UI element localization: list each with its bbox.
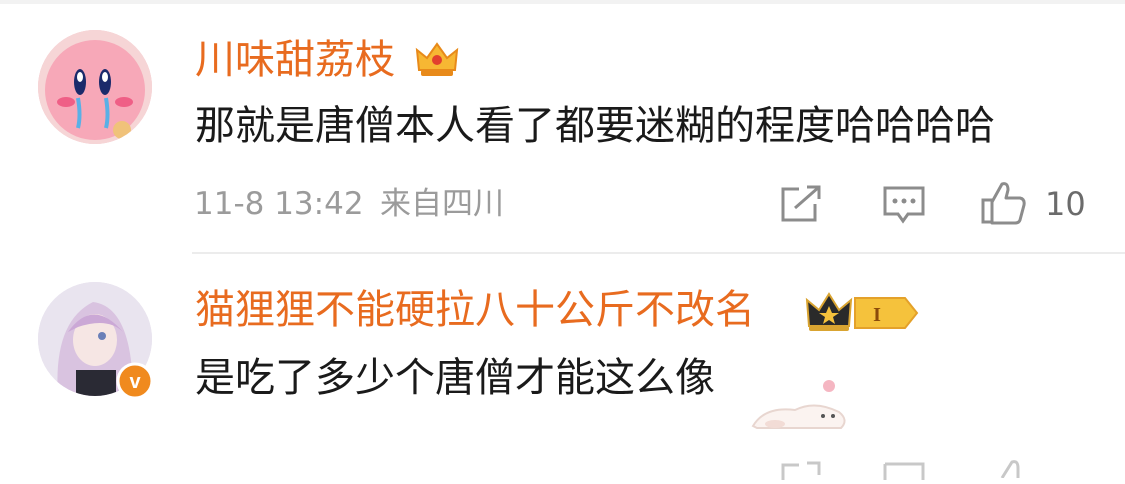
username[interactable]: 川味甜荔枝 (195, 36, 395, 84)
comment-icon[interactable] (882, 184, 926, 230)
cat-sticker-icon (745, 370, 855, 438)
badge-level: I (873, 304, 881, 326)
share-icon[interactable] (779, 184, 823, 228)
crown-level-badge-icon: I (805, 292, 919, 338)
crown-badge-icon (413, 40, 461, 84)
like-icon[interactable] (980, 180, 1028, 230)
share-icon[interactable] (779, 460, 823, 484)
like-count: 10 (1045, 185, 1086, 223)
comment-text: 那就是唐僧本人看了都要迷糊的程度哈哈哈哈 (195, 103, 995, 149)
avatar[interactable] (38, 30, 152, 144)
comment-icon[interactable] (882, 460, 926, 484)
username[interactable]: 猫狸狸不能硬拉八十公斤不改名 (195, 286, 755, 334)
comment-location: 来自四川 (380, 186, 504, 222)
comment-item: 川味甜荔枝 那就是唐僧本人看了都要迷糊的程度哈哈哈哈 11-8 13:42 来自… (0, 0, 1125, 260)
comment-item: v 猫狸狸不能硬拉八十公斤不改名 I 是吃了多少个唐僧才能这么像 (0, 254, 1125, 480)
verified-mark: v (129, 371, 141, 393)
like-icon[interactable] (990, 458, 1030, 482)
verified-icon: v (116, 362, 154, 404)
comment-time: 11-8 13:42 (194, 186, 364, 222)
comment-text: 是吃了多少个唐僧才能这么像 (195, 355, 715, 401)
kirby-avatar-icon (38, 30, 152, 144)
